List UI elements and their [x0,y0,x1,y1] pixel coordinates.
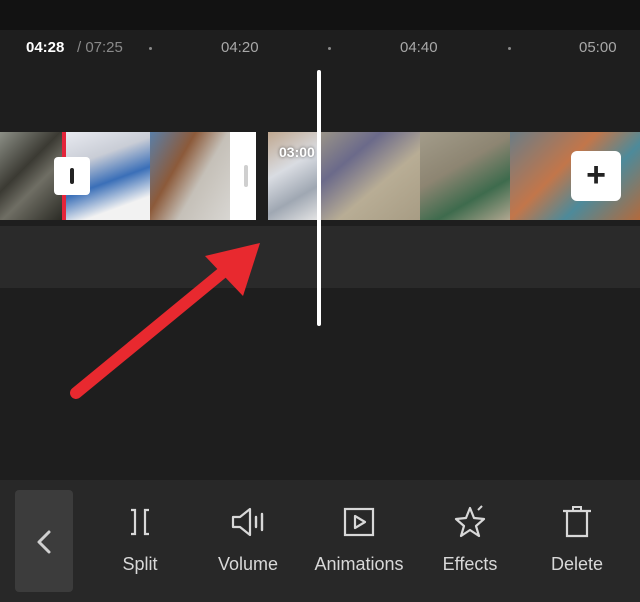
delete-label: Delete [550,554,604,574]
ruler-dot [508,47,511,50]
volume-icon [231,507,264,537]
current-time: 04:28 [26,39,65,56]
ruler-tick-label: 04:40 [400,39,438,56]
ruler-tick-label: 04:20 [221,39,259,56]
delete-button[interactable]: Delete [527,504,627,584]
total-time: / 07:25 [77,39,123,56]
split-button[interactable]: Split [90,504,190,584]
effects-label: Effects [442,554,498,574]
delete-icon [563,506,591,538]
effects-button[interactable]: Effects [420,504,520,584]
trim-handle-grip [70,168,74,184]
clip-thumbnail [0,132,62,220]
top-bar [0,0,640,30]
animations-button[interactable]: Animations [302,504,416,584]
animations-icon [343,507,375,537]
effects-icon [454,505,486,538]
volume-button[interactable]: Volume [198,504,298,584]
edit-toolbar: Split Volume Animations Effects Delete [0,480,640,602]
split-icon [131,508,149,536]
clip-thumbnail [150,132,230,220]
playhead[interactable] [317,70,321,326]
split-label: Split [122,554,158,574]
timeline-ruler[interactable]: 04:28 / 07:25 04:20 04:40 05:00 [0,30,640,70]
clip-thumbnail [420,132,510,220]
clip-trim-handle[interactable] [54,157,90,195]
transition-handle[interactable] [244,165,248,187]
ruler-dot [149,47,152,50]
back-button[interactable] [15,490,73,592]
add-clip-button[interactable]: + [571,151,621,201]
ruler-dot [328,47,331,50]
clip-duration: 03:00 [279,144,315,160]
ruler-tick-label: 05:00 [579,39,617,56]
clip-thumbnail [320,132,420,220]
volume-label: Volume [217,554,279,574]
animations-label: Animations [314,554,404,574]
chevron-left-icon [37,530,51,554]
video-clip-previous[interactable] [0,132,256,220]
